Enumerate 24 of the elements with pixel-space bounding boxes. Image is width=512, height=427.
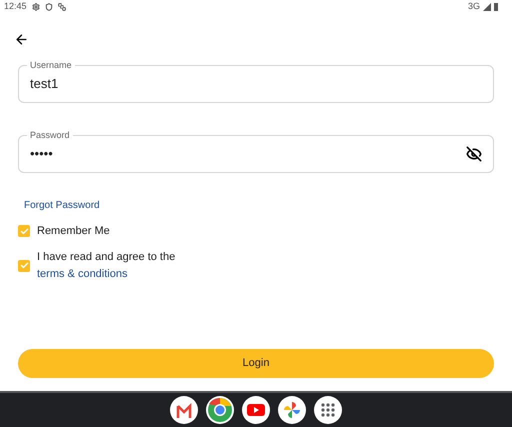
field-label: Password <box>27 130 73 141</box>
checkbox[interactable] <box>18 225 30 237</box>
signal-icon <box>483 3 491 11</box>
login-button[interactable]: Login <box>18 349 494 378</box>
browser-icon[interactable] <box>206 396 234 424</box>
app-grid-icon[interactable] <box>314 396 342 424</box>
battery-icon <box>494 3 498 11</box>
checkbox[interactable] <box>18 260 30 272</box>
eye-off-icon[interactable] <box>466 146 482 162</box>
username-value: test1 <box>30 75 58 94</box>
pinwheel-icon[interactable] <box>278 396 306 424</box>
back-icon[interactable] <box>14 32 29 47</box>
field-label: Username <box>27 60 75 71</box>
network-type: 3G <box>468 0 480 14</box>
shield-icon <box>44 3 53 11</box>
terms-link[interactable]: terms & conditions <box>37 268 176 280</box>
forgot-password-link[interactable]: Forgot Password <box>24 200 100 211</box>
checkbox-label: Remember Me <box>37 225 110 237</box>
clock: 12:45 <box>4 0 27 14</box>
checkbox-label: I have read and agree to the <box>37 251 176 263</box>
masked-password: ••••• <box>30 145 53 164</box>
play-icon[interactable] <box>242 396 270 424</box>
gear-icon <box>32 3 40 11</box>
envelope-icon[interactable] <box>170 396 198 424</box>
